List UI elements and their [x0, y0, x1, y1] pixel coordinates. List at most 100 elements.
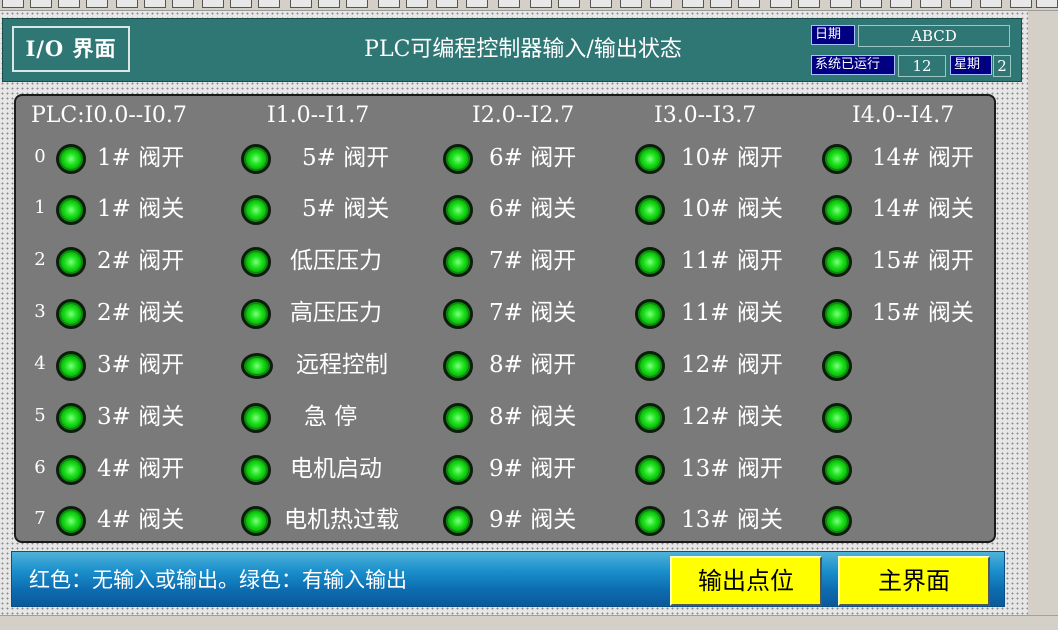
toolbar-button[interactable]	[202, 0, 224, 8]
toolbar-button[interactable]	[530, 0, 552, 8]
toolbar-button[interactable]	[558, 0, 580, 8]
toolbar-button[interactable]	[258, 0, 280, 8]
signal-label: 5# 阀关	[302, 196, 390, 222]
status-led-indicator	[241, 247, 271, 277]
signal-label: 4# 阀关	[97, 507, 185, 533]
header-bar: I/O 界面 PLC可编程控制器输入/输出状态 日期 ABCD 系统已运行 12…	[2, 18, 1022, 82]
signal-label: 14# 阀开	[872, 145, 974, 171]
status-led-indicator	[443, 403, 473, 433]
status-led-indicator	[241, 506, 271, 536]
toolbar-button[interactable]	[950, 0, 972, 8]
signal-label: 11# 阀开	[681, 248, 783, 274]
toolbar-button[interactable]	[318, 0, 340, 8]
toolbar-button[interactable]	[650, 0, 672, 8]
toolbar-button[interactable]	[770, 0, 792, 8]
signal-label: 10# 阀开	[681, 145, 783, 171]
signal-label: 12# 阀开	[681, 352, 783, 378]
row-number: 5	[34, 405, 46, 426]
status-led-indicator	[241, 403, 271, 433]
signal-label: 2# 阀开	[97, 248, 185, 274]
signal-label: 11# 阀关	[681, 300, 783, 326]
toolbar-button[interactable]	[466, 0, 488, 8]
toolbar-button[interactable]	[2, 0, 24, 8]
signal-label: 15# 阀关	[872, 300, 974, 326]
status-led-indicator	[635, 195, 665, 225]
toolbar-button[interactable]	[498, 0, 520, 8]
weekday-value: 2	[993, 55, 1011, 77]
status-led-indicator	[822, 351, 852, 381]
signal-label: 10# 阀关	[681, 196, 783, 222]
status-led-indicator	[822, 144, 852, 174]
toolbar-button[interactable]	[798, 0, 820, 8]
signal-label: 14# 阀关	[872, 196, 974, 222]
toolbar-button[interactable]	[290, 0, 312, 8]
address-range-0: PLC:I0.0--I0.7	[31, 103, 187, 128]
toolbar-button[interactable]	[116, 0, 138, 8]
status-led-indicator	[443, 195, 473, 225]
color-legend: 红色：无输入或输出。绿色：有输入输出	[29, 568, 407, 592]
status-led-indicator	[241, 455, 271, 485]
toolbar-button[interactable]	[406, 0, 428, 8]
toolbar-button[interactable]	[710, 0, 732, 8]
toolbar-button[interactable]	[58, 0, 80, 8]
signal-label: 1# 阀关	[97, 196, 185, 222]
toolbar-button[interactable]	[346, 0, 368, 8]
toolbar-button[interactable]	[890, 0, 912, 8]
page-title: PLC可编程控制器输入/输出状态	[364, 37, 682, 62]
status-led-indicator	[822, 403, 852, 433]
status-led-indicator	[443, 299, 473, 329]
status-led-indicator	[56, 144, 86, 174]
address-range-4: I4.0--I4.7	[852, 103, 955, 128]
status-led-indicator	[241, 195, 271, 225]
signal-label: 6# 阀关	[489, 196, 577, 222]
row-number: 4	[34, 353, 46, 374]
status-led-indicator	[635, 299, 665, 329]
status-led-indicator	[635, 144, 665, 174]
toolbar-button[interactable]	[620, 0, 642, 8]
status-led-indicator	[635, 247, 665, 277]
toolbar-button[interactable]	[378, 0, 400, 8]
toolbar-button[interactable]	[230, 0, 252, 8]
output-points-button[interactable]: 输出点位	[670, 556, 822, 606]
toolbar-button[interactable]	[920, 0, 942, 8]
toolbar-button[interactable]	[86, 0, 108, 8]
toolbar-button[interactable]	[172, 0, 194, 8]
toolbar-button[interactable]	[980, 0, 1002, 8]
signal-label: 急 停	[304, 404, 358, 430]
right-scroll-area	[1029, 11, 1058, 615]
status-led-indicator	[822, 506, 852, 536]
signal-label: 电机启动	[290, 456, 382, 482]
toolbar-button[interactable]	[860, 0, 882, 8]
toolbar-button[interactable]	[436, 0, 458, 8]
toolbar-button[interactable]	[1010, 0, 1032, 8]
signal-label: 9# 阀关	[489, 507, 577, 533]
status-led-indicator	[822, 195, 852, 225]
row-number: 3	[34, 301, 46, 322]
screen-tag: I/O 界面	[12, 26, 130, 72]
toolbar-button[interactable]	[30, 0, 52, 8]
status-led-indicator	[635, 403, 665, 433]
signal-label: 2# 阀关	[97, 300, 185, 326]
status-led-indicator	[635, 455, 665, 485]
row-number: 0	[34, 146, 46, 167]
toolbar-button[interactable]	[590, 0, 612, 8]
status-led-indicator	[443, 144, 473, 174]
toolbar-button[interactable]	[1036, 0, 1058, 8]
signal-label: 3# 阀开	[97, 352, 185, 378]
status-bar	[0, 615, 1058, 630]
main-screen-button[interactable]: 主界面	[838, 556, 990, 606]
date-value: ABCD	[858, 25, 1010, 47]
status-led-indicator	[56, 351, 86, 381]
status-led-indicator	[56, 506, 86, 536]
status-led-indicator	[443, 506, 473, 536]
toolbar-button[interactable]	[682, 0, 704, 8]
signal-label: 7# 阀关	[489, 300, 577, 326]
signal-label: 8# 阀关	[489, 404, 577, 430]
signal-label: 低压压力	[290, 248, 382, 274]
status-led-indicator	[443, 455, 473, 485]
toolbar-button[interactable]	[738, 0, 760, 8]
toolbar-button[interactable]	[830, 0, 852, 8]
toolbar-button[interactable]	[144, 0, 166, 8]
signal-label: 远程控制	[296, 352, 388, 378]
row-number: 1	[34, 197, 46, 218]
